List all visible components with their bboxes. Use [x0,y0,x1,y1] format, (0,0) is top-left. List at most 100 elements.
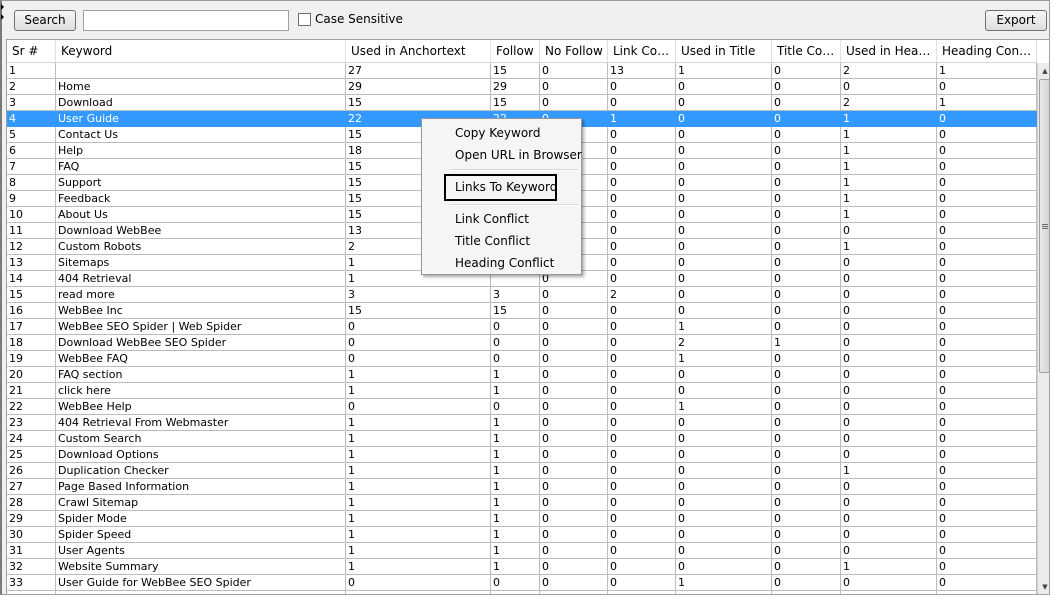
table-row[interactable]: 31 User Agents 1 1 0 0 0 0 0 0 [7,543,1037,559]
table-cell: 1 [841,463,937,479]
table-cell: 0 [937,511,1037,527]
table-cell: 1 [491,431,540,447]
table-cell: 0 [841,383,937,399]
column-header[interactable]: Used in Anchortext [346,40,491,62]
table-cell: 6 [7,143,56,159]
column-header[interactable]: Used in Heading [841,40,937,62]
table-cell: 21 [7,383,56,399]
scroll-down-arrow-icon[interactable]: ▼ [1039,580,1049,594]
table-row[interactable]: 15 read more 3 3 0 2 0 0 0 0 [7,287,1037,303]
table-cell: 3 [346,287,491,303]
table-cell: 1 [346,479,491,495]
table-cell: Home [56,79,346,95]
table-row[interactable]: 30 Spider Speed 1 1 0 0 0 0 0 0 [7,527,1037,543]
table-cell: Download WebBee SEO Spider [56,335,346,351]
table-row[interactable]: 22 WebBee Help 0 0 0 0 1 0 0 0 [7,399,1037,415]
table-cell: 0 [841,447,937,463]
menu-item-links-to-keyword[interactable]: Links To Keyword [455,178,557,196]
menu-item-title-conflict[interactable]: Title Conflict [455,232,530,250]
table-cell: 0 [676,239,772,255]
column-header[interactable]: Link Conflict [608,40,676,62]
table-row[interactable]: 34Contact with WebBee Team00001000 [7,591,1037,594]
column-header[interactable]: Keyword [56,40,346,62]
table-cell: 23 [7,415,56,431]
case-sensitive-checkbox[interactable] [298,13,311,26]
table-cell: 4 [7,111,56,127]
table-cell: 0 [937,255,1037,271]
menu-item-link-conflict[interactable]: Link Conflict [455,210,529,228]
table-cell: 0 [772,255,841,271]
table-cell: 0 [937,575,1037,591]
table-cell: 0 [772,479,841,495]
table-cell: User Guide for WebBee SEO Spider [56,575,346,591]
table-row[interactable]: 27 Page Based Information 1 1 0 0 0 0 0 0 [7,479,1037,495]
table-cell: 29 [491,79,540,95]
table-cell: 0 [608,511,676,527]
column-header[interactable]: Heading Conflict [937,40,1037,62]
table-cell: 0 [937,527,1037,543]
table-row[interactable]: 2 Home 29 29 0 0 0 0 0 0 [7,79,1037,95]
column-header[interactable]: No Follow [540,40,608,62]
table-cell: 1 [841,143,937,159]
column-header[interactable]: Used in Title [676,40,772,62]
search-input[interactable] [83,10,289,31]
table-row[interactable]: 26 Duplication Checker 1 1 0 0 0 0 1 0 [7,463,1037,479]
table-row[interactable]: 28 Crawl Sitemap 1 1 0 0 0 0 0 0 [7,495,1037,511]
table-cell: 28 [7,495,56,511]
table-cell: 0 [772,399,841,415]
table-cell: 0 [540,303,608,319]
table-row[interactable]: 19 WebBee FAQ 0 0 0 0 1 0 0 0 [7,351,1037,367]
table-row[interactable]: 24 Custom Search 1 1 0 0 0 0 0 0 [7,431,1037,447]
table-cell: 0 [772,351,841,367]
table-row[interactable]: 33 User Guide for WebBee SEO Spider 0 0 0 0 1 0… [7,575,1037,591]
table-cell: 1 [841,239,937,255]
export-button[interactable]: Export [985,10,1047,31]
table-row[interactable]: 18 Download WebBee SEO Spider 0 0 0 0 2 1 0 0 [7,335,1037,351]
table-cell: 13 [7,255,56,271]
search-button[interactable]: Search [14,10,76,31]
table-cell: 0 [676,223,772,239]
menu-item-heading-conflict[interactable]: Heading Conflict [455,254,554,272]
table-cell: click here [56,383,346,399]
scrollbar-thumb[interactable] [1039,79,1049,373]
table-row[interactable]: 16 WebBee Inc 15 15 0 0 0 0 0 0 [7,303,1037,319]
table-row[interactable]: 1 27 15 0 13 1 0 2 1 [7,63,1037,79]
table-cell: 24 [7,431,56,447]
table-cell: 0 [676,527,772,543]
column-header[interactable]: Follow [491,40,540,62]
table-row[interactable]: 32 Website Summary 1 1 0 0 0 0 1 0 [7,559,1037,575]
table-cell: 0 [937,447,1037,463]
table-cell: 1 [346,415,491,431]
table-cell: 0 [772,559,841,575]
scroll-up-arrow-icon[interactable]: ▲ [1039,64,1049,78]
table-cell: 0 [841,575,937,591]
menu-item-open-url[interactable]: Open URL in Browser [455,146,582,164]
vertical-scrollbar[interactable]: ▲ ▼ [1037,63,1049,594]
table-row[interactable]: 25 Download Options 1 1 0 0 0 0 0 0 [7,447,1037,463]
column-header[interactable]: Title Conf... [772,40,841,62]
table-cell: 0 [937,335,1037,351]
table-cell: WebBee FAQ [56,351,346,367]
table-cell: 0 [540,335,608,351]
table-cell: 0 [346,399,491,415]
table-cell: 29 [346,79,491,95]
table-cell: 8 [7,175,56,191]
table-row[interactable]: 3 Download 15 15 0 0 0 0 2 1 [7,95,1037,111]
table-cell: 0 [346,591,491,594]
table-row[interactable]: 29 Spider Mode 1 1 0 0 0 0 0 0 [7,511,1037,527]
table-cell: 0 [540,351,608,367]
table-cell: 2 [841,63,937,79]
table-row[interactable]: 21 click here 1 1 0 0 0 0 0 0 [7,383,1037,399]
table-row[interactable]: 23 404 Retrieval From Webmaster 1 1 0 0 0 0 0 0 [7,415,1037,431]
table-cell: 0 [937,591,1037,594]
table-cell: 0 [540,287,608,303]
table-cell: Spider Mode [56,511,346,527]
table-cell: 0 [772,319,841,335]
table-row[interactable]: 20 FAQ section 1 1 0 0 0 0 0 0 [7,367,1037,383]
table-cell: 0 [841,399,937,415]
table-row[interactable]: 17 WebBee SEO Spider | Web Spider 0 0 0 0 1 0 0 0 [7,319,1037,335]
table-cell: 0 [676,95,772,111]
column-header[interactable]: Sr # [7,40,56,62]
menu-item-copy-keyword[interactable]: Copy Keyword [455,124,541,142]
table-cell: 0 [608,159,676,175]
